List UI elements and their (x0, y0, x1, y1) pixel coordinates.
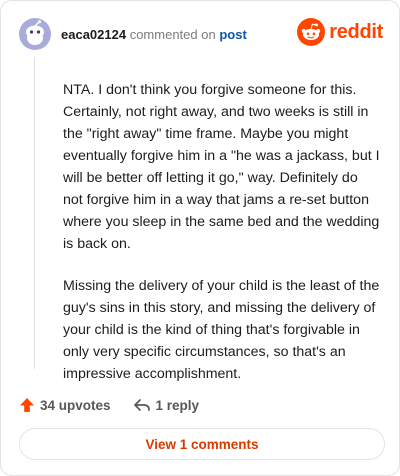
thread-line[interactable] (34, 57, 35, 369)
reddit-logo-icon (297, 18, 326, 46)
upvote-button[interactable]: 34 upvotes (19, 397, 111, 413)
upvote-arrow-icon (20, 398, 34, 412)
reddit-brand[interactable]: reddit (297, 18, 383, 46)
commented-on-text: commented on (129, 27, 216, 42)
comment-body: NTA. I don't think you forgive someone f… (63, 79, 381, 405)
comment-card: eaca02124 commented on post reddit NTA. … (0, 0, 400, 476)
upvote-count: 34 upvotes (40, 397, 111, 413)
reply-count: 1 reply (155, 397, 200, 413)
reply-button[interactable]: 1 reply (133, 397, 200, 413)
post-link[interactable]: post (219, 27, 246, 42)
comment-paragraph: Missing the delivery of your child is th… (63, 278, 380, 382)
comment-byline: eaca02124 commented on post (61, 27, 247, 42)
view-comments-button[interactable]: View 1 comments (19, 428, 385, 460)
snoo-avatar-icon[interactable] (19, 18, 51, 50)
username-link[interactable]: eaca02124 (61, 27, 126, 42)
comment-header: eaca02124 commented on post reddit (19, 15, 383, 55)
view-comments-label: View 1 comments (145, 436, 259, 452)
reddit-wordmark: reddit (329, 20, 383, 43)
comment-actions: 34 upvotes 1 reply (19, 394, 199, 416)
comment-paragraph: NTA. I don't think you forgive someone f… (63, 82, 380, 252)
reply-arrow-icon (133, 399, 150, 411)
